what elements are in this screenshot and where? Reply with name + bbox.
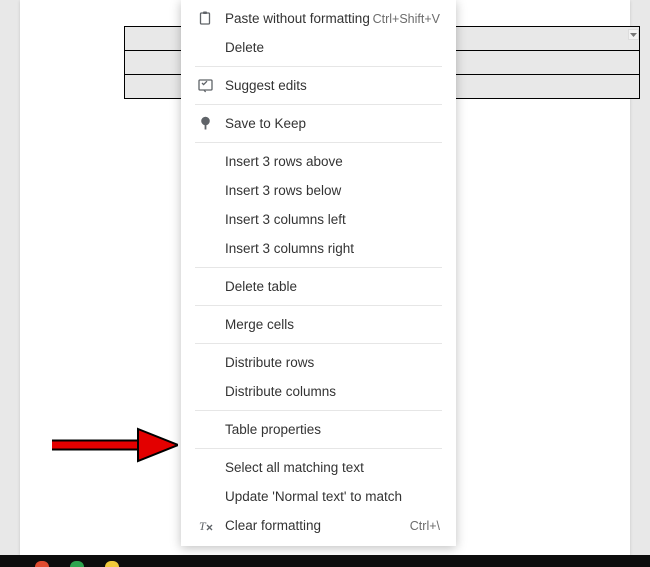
menu-item-insert-3-columns-left[interactable]: Insert 3 columns left — [181, 205, 456, 234]
menu-item-label: Merge cells — [215, 317, 442, 332]
menu-divider — [195, 343, 442, 344]
chevron-down-icon — [630, 33, 637, 37]
menu-divider — [195, 410, 442, 411]
menu-item-label: Insert 3 rows below — [215, 183, 442, 198]
menu-item-label: Insert 3 columns right — [215, 241, 442, 256]
menu-item-insert-3-rows-below[interactable]: Insert 3 rows below — [181, 176, 456, 205]
menu-divider — [195, 448, 442, 449]
menu-divider — [195, 267, 442, 268]
menu-item-merge-cells[interactable]: Merge cells — [181, 310, 456, 339]
menu-item-label: Delete — [215, 40, 442, 55]
svg-text:T: T — [199, 519, 207, 532]
menu-item-distribute-columns[interactable]: Distribute columns — [181, 377, 456, 406]
taskbar — [0, 555, 650, 567]
menu-item-label: Suggest edits — [215, 78, 442, 93]
menu-item-distribute-rows[interactable]: Distribute rows — [181, 348, 456, 377]
menu-item-insert-3-columns-right[interactable]: Insert 3 columns right — [181, 234, 456, 263]
menu-item-shortcut: Ctrl+Shift+V — [373, 12, 442, 26]
menu-item-label: Update 'Normal text' to match — [215, 489, 442, 504]
suggest-icon — [195, 79, 215, 93]
menu-item-label: Distribute columns — [215, 384, 442, 399]
menu-divider — [195, 66, 442, 67]
menu-item-label: Paste without formatting — [215, 11, 373, 26]
taskbar-item[interactable] — [35, 561, 49, 567]
annotation-arrow — [48, 425, 178, 465]
menu-item-label: Clear formatting — [215, 518, 410, 533]
menu-item-label: Insert 3 rows above — [215, 154, 442, 169]
menu-item-insert-3-rows-above[interactable]: Insert 3 rows above — [181, 147, 456, 176]
menu-item-shortcut: Ctrl+\ — [410, 519, 442, 533]
menu-item-label: Select all matching text — [215, 460, 442, 475]
menu-divider — [195, 142, 442, 143]
menu-divider — [195, 104, 442, 105]
menu-item-update-normal-text-to-match[interactable]: Update 'Normal text' to match — [181, 482, 456, 511]
menu-divider — [195, 305, 442, 306]
menu-item-select-all-matching-text[interactable]: Select all matching text — [181, 453, 456, 482]
menu-item-save-to-keep[interactable]: Save to Keep — [181, 109, 456, 138]
paste-plain-icon — [195, 11, 215, 26]
menu-item-delete-table[interactable]: Delete table — [181, 272, 456, 301]
menu-item-paste-without-formatting[interactable]: Paste without formattingCtrl+Shift+V — [181, 4, 456, 33]
menu-item-label: Insert 3 columns left — [215, 212, 442, 227]
clear-format-icon: T — [195, 519, 215, 532]
table-options-toggle[interactable] — [628, 29, 639, 40]
context-menu: Paste without formattingCtrl+Shift+V Dele… — [181, 0, 456, 546]
menu-item-clear-formatting[interactable]: T Clear formattingCtrl+\ — [181, 511, 456, 540]
keep-icon — [195, 116, 215, 131]
menu-item-label: Distribute rows — [215, 355, 442, 370]
menu-item-table-properties[interactable]: Table properties — [181, 415, 456, 444]
menu-item-label: Delete table — [215, 279, 442, 294]
taskbar-item[interactable] — [105, 561, 119, 567]
taskbar-item[interactable] — [70, 561, 84, 567]
menu-item-delete[interactable]: Delete — [181, 33, 456, 62]
menu-item-label: Save to Keep — [215, 116, 442, 131]
menu-item-label: Table properties — [215, 422, 442, 437]
menu-item-suggest-edits[interactable]: Suggest edits — [181, 71, 456, 100]
